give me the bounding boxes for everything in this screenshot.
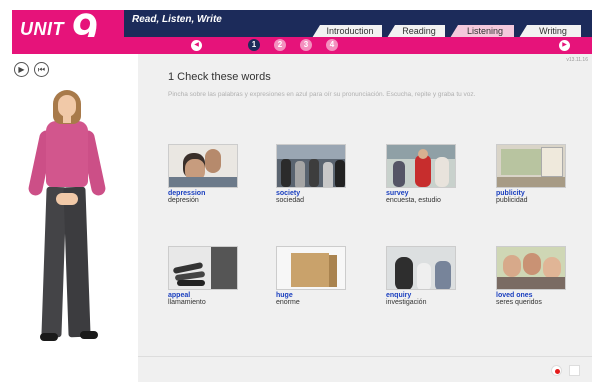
version-label: v13.11.16 xyxy=(566,57,588,63)
page-dot-4[interactable]: 4 xyxy=(326,39,338,51)
word-card: publicity publicidad xyxy=(496,144,576,204)
word-translation: investigación xyxy=(386,299,427,306)
chevron-left-icon: ◀ xyxy=(194,42,199,48)
word-card: loved ones seres queridos xyxy=(496,246,576,306)
page-dots: 1 2 3 4 xyxy=(248,39,338,51)
word-image xyxy=(168,246,238,290)
word-link[interactable]: huge xyxy=(276,292,356,299)
play-recording-button[interactable] xyxy=(569,365,580,376)
word-link[interactable]: enquiry xyxy=(386,292,466,299)
word-card: depression depresión xyxy=(168,144,248,204)
word-image xyxy=(168,144,238,188)
page-dot-3[interactable]: 3 xyxy=(300,39,312,51)
section-title: Read, Listen, Write xyxy=(132,14,222,25)
word-image xyxy=(276,246,346,290)
word-card: society sociedad xyxy=(276,144,356,204)
presenter-hands xyxy=(56,193,78,205)
word-link[interactable]: depression xyxy=(168,190,248,197)
word-link[interactable]: loved ones xyxy=(496,292,576,299)
word-card: huge enorme xyxy=(276,246,356,306)
word-image xyxy=(276,144,346,188)
word-card: enquiry investigación xyxy=(386,246,466,306)
next-page-button[interactable]: ▶ xyxy=(559,40,570,51)
word-link[interactable]: society xyxy=(276,190,356,197)
word-image xyxy=(496,246,566,290)
page-dot-1[interactable]: 1 xyxy=(248,39,260,51)
word-image xyxy=(386,246,456,290)
presenter-torso xyxy=(46,121,88,187)
presenter-face xyxy=(58,95,76,117)
word-translation: llamamiento xyxy=(168,299,206,306)
recording-toolbar xyxy=(138,356,592,382)
prev-page-button[interactable]: ◀ xyxy=(191,40,202,51)
presenter-leg xyxy=(63,186,91,338)
word-image xyxy=(386,144,456,188)
activity-panel: v13.11.16 1 Check these words Pincha sob… xyxy=(138,54,592,382)
activity-instruction: Pincha sobre las palabras y expresiones … xyxy=(168,91,476,98)
word-translation: publicidad xyxy=(496,197,528,204)
word-translation: encuesta, estudio xyxy=(386,197,441,204)
record-button[interactable] xyxy=(551,365,562,376)
presenter-leg xyxy=(41,186,67,338)
presenter-shoe xyxy=(80,331,98,339)
activity-heading: 1 Check these words xyxy=(168,71,271,83)
word-link[interactable]: survey xyxy=(386,190,466,197)
word-card: appeal llamamiento xyxy=(168,246,248,306)
word-link[interactable]: appeal xyxy=(168,292,248,299)
word-translation: sociedad xyxy=(276,197,305,204)
word-link[interactable]: publicity xyxy=(496,190,576,197)
presenter-shoe xyxy=(40,333,58,341)
word-card: survey encuesta, estudio xyxy=(386,144,466,204)
word-translation: seres queridos xyxy=(496,299,542,306)
word-translation: enorme xyxy=(276,299,300,306)
presenter-figure xyxy=(0,0,140,382)
page-dot-2[interactable]: 2 xyxy=(274,39,286,51)
word-translation: depresión xyxy=(168,197,199,204)
word-image xyxy=(496,144,566,188)
chevron-right-icon: ▶ xyxy=(562,42,567,48)
